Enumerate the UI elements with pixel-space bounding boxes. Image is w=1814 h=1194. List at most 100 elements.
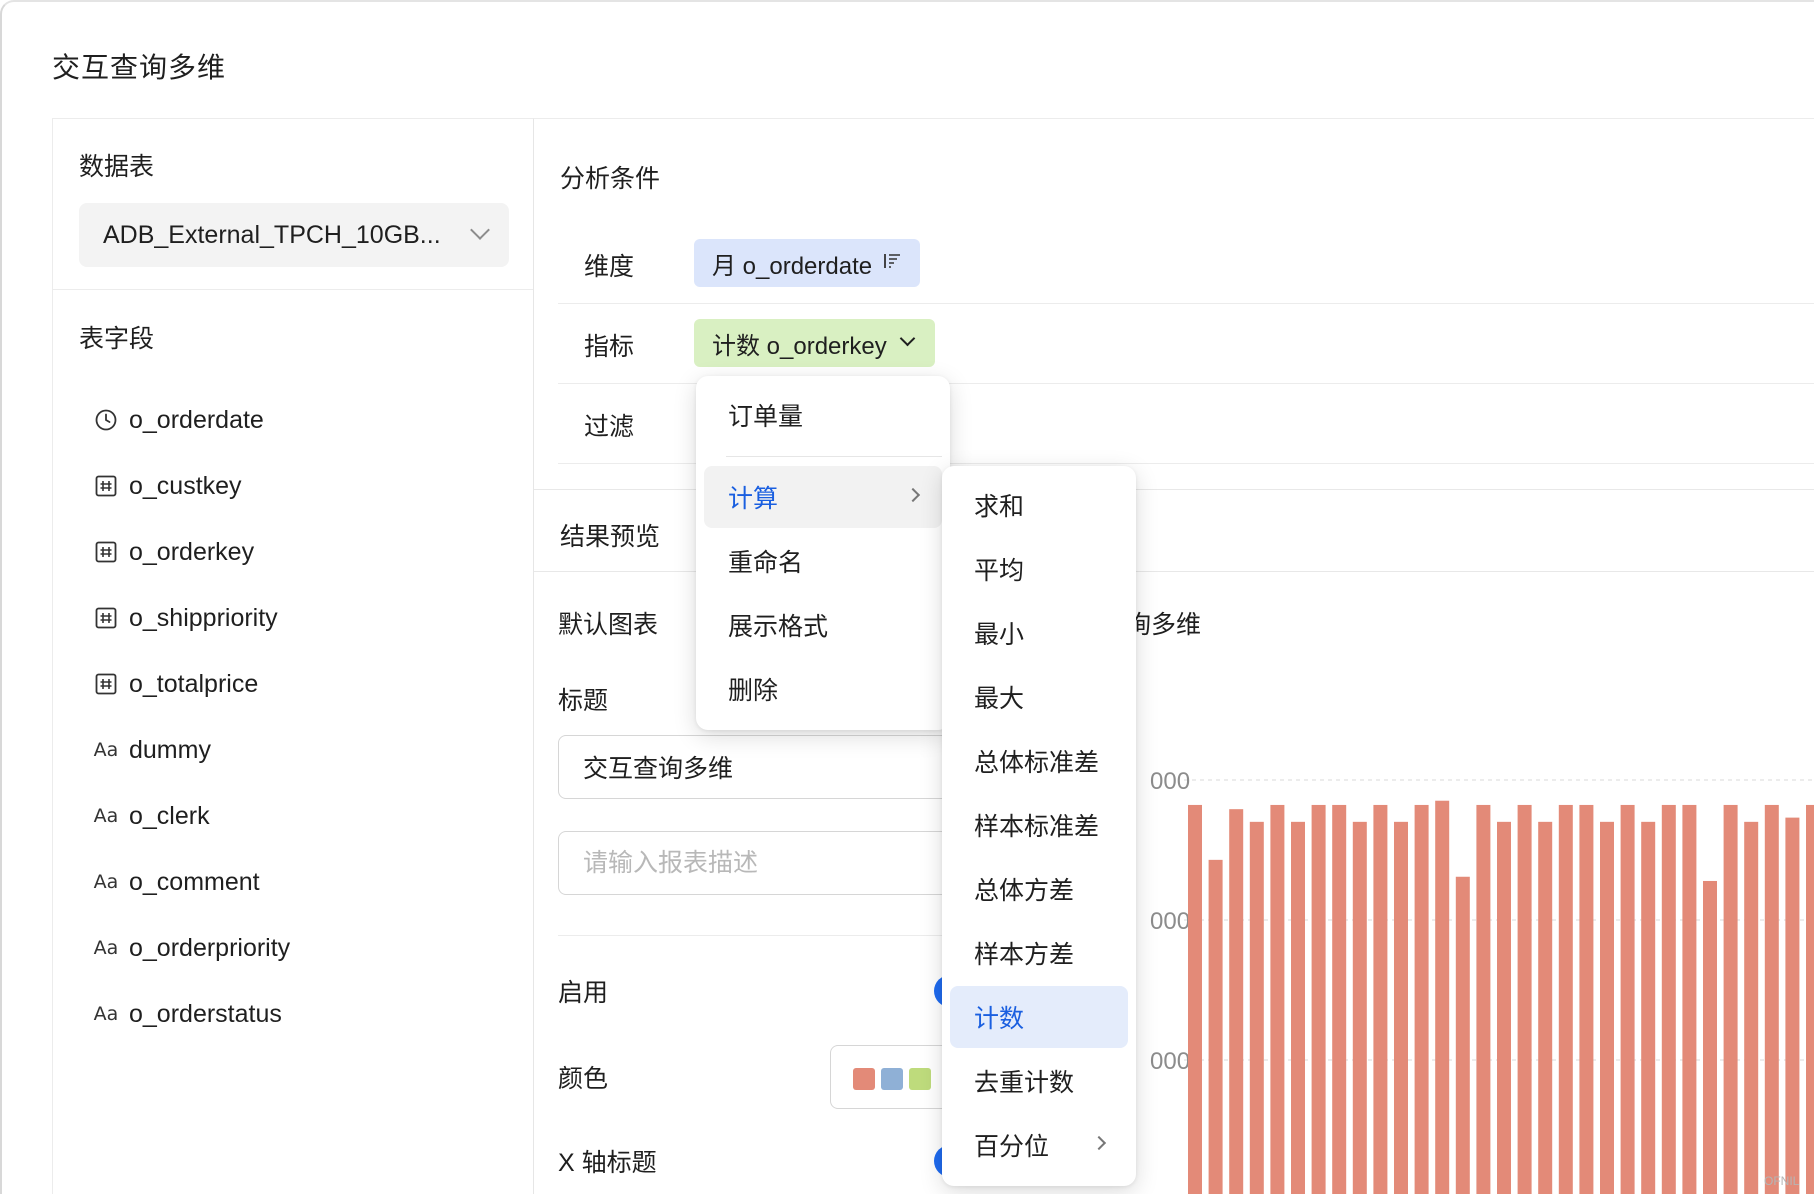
dimension-chip[interactable]: 月 o_orderdate <box>694 239 921 287</box>
table-heading: 数据表 <box>79 153 155 181</box>
bar[interactable] <box>1435 800 1450 1194</box>
submenu-item-distinct-count[interactable]: 去重计数 <box>950 1050 1128 1112</box>
field-item[interactable]: o_shippriority <box>93 585 290 651</box>
bar[interactable] <box>1476 804 1491 1194</box>
bar[interactable] <box>1682 804 1697 1194</box>
bar[interactable] <box>1703 880 1717 1194</box>
y-tick-label: 000 <box>1150 768 1190 795</box>
menu-item-display-format[interactable]: 展示格式 <box>704 594 942 656</box>
chevron-right-icon <box>1091 1135 1107 1151</box>
bar[interactable] <box>1785 817 1800 1194</box>
field-name: o_totalprice <box>129 669 259 698</box>
field-name: o_orderkey <box>129 537 255 566</box>
submenu-item-sample-stddev[interactable]: 样本标准差 <box>950 794 1128 856</box>
bar[interactable] <box>1414 804 1429 1194</box>
bar[interactable] <box>1497 821 1511 1194</box>
field-name: o_orderpriority <box>129 933 291 962</box>
field-item[interactable]: Aa o_orderstatus <box>93 981 290 1047</box>
bar[interactable] <box>1270 804 1285 1194</box>
submenu-item-count[interactable]: 计数 <box>950 986 1128 1048</box>
menu-item-rename[interactable]: 重命名 <box>704 530 942 592</box>
number-icon <box>93 473 119 499</box>
field-item[interactable]: o_totalprice <box>93 651 290 717</box>
bar[interactable] <box>1744 821 1759 1194</box>
bar[interactable] <box>1641 821 1656 1194</box>
clock-icon <box>93 407 119 433</box>
number-icon <box>93 605 119 631</box>
bar[interactable] <box>1249 821 1264 1194</box>
number-icon <box>93 539 119 565</box>
bar[interactable] <box>1208 859 1223 1194</box>
bar[interactable] <box>1558 804 1573 1194</box>
bar[interactable] <box>1311 804 1326 1194</box>
watermark: OFNIL <box>1764 1174 1800 1188</box>
submenu-item-max[interactable]: 最大 <box>950 666 1128 728</box>
chevron-down-icon <box>470 220 490 240</box>
bar[interactable] <box>1455 876 1470 1194</box>
bar[interactable] <box>1332 804 1347 1194</box>
divider <box>558 303 1814 304</box>
divider <box>53 289 533 290</box>
bar[interactable] <box>1600 821 1614 1194</box>
title-input-value: 交互查询多维 <box>583 755 734 783</box>
metric-context-menu: 订单量 计算 重命名 展示格式 删除 <box>696 376 950 730</box>
divider <box>558 935 978 936</box>
page-title: 交互查询多维 <box>52 52 227 83</box>
bar[interactable] <box>1806 804 1814 1194</box>
description-field[interactable] <box>583 848 977 878</box>
bar[interactable] <box>1188 804 1202 1194</box>
bar[interactable] <box>1723 804 1738 1194</box>
field-list: o_orderdate o_custkey o_orderkey o_shipp… <box>93 387 291 1047</box>
description-input[interactable] <box>558 831 978 895</box>
bar[interactable] <box>1620 804 1635 1194</box>
chevron-right-icon <box>905 487 921 503</box>
submenu-item-min[interactable]: 最小 <box>950 602 1128 664</box>
field-item[interactable]: Aa o_clerk <box>93 783 290 849</box>
bar[interactable] <box>1229 809 1244 1194</box>
bar[interactable] <box>1291 821 1305 1194</box>
title-input[interactable]: 交互查询多维 <box>558 735 978 799</box>
bar[interactable] <box>1352 821 1367 1194</box>
table-select-value: ADB_External_TPCH_10GB... <box>103 220 441 249</box>
y-tick-label: 000 <box>1150 1048 1190 1075</box>
default-chart-label: 默认图表 <box>558 611 659 639</box>
text-icon: Aa <box>93 805 119 827</box>
color-swatch <box>853 1068 875 1090</box>
field-name: o_clerk <box>129 801 210 830</box>
sort-ascending-icon[interactable] <box>882 252 902 275</box>
bar[interactable] <box>1517 804 1532 1194</box>
text-icon: Aa <box>93 1003 119 1025</box>
field-item[interactable]: o_orderkey <box>93 519 290 585</box>
analysis-heading: 分析条件 <box>560 165 661 193</box>
metric-chip[interactable]: 计数 o_orderkey <box>694 319 935 367</box>
bar[interactable] <box>1661 804 1676 1194</box>
bar[interactable] <box>1538 821 1553 1194</box>
table-select[interactable]: ADB_External_TPCH_10GB... <box>79 203 509 267</box>
bar[interactable] <box>1373 804 1388 1194</box>
submenu-item-percentile-label: 百分位 <box>974 1133 1050 1161</box>
submenu-item-population-stddev[interactable]: 总体标准差 <box>950 730 1128 792</box>
menu-item-calculate[interactable]: 计算 <box>704 466 942 528</box>
bar[interactable] <box>1764 804 1779 1194</box>
submenu-item-average[interactable]: 平均 <box>950 538 1128 600</box>
submenu-item-percentile[interactable]: 百分位 <box>950 1114 1128 1176</box>
submenu-item-sample-variance[interactable]: 样本方差 <box>950 922 1128 984</box>
enable-label: 启用 <box>558 979 609 1007</box>
field-item[interactable]: Aa o_orderpriority <box>93 915 291 981</box>
field-name: o_custkey <box>129 471 242 500</box>
field-name: o_orderstatus <box>129 999 282 1028</box>
bar[interactable] <box>1579 804 1594 1194</box>
field-item[interactable]: o_orderdate <box>93 387 290 453</box>
field-item[interactable]: Aa dummy <box>93 717 290 783</box>
chevron-down-icon <box>899 330 916 347</box>
menu-item-order-volume[interactable]: 订单量 <box>704 384 942 446</box>
submenu-item-population-variance[interactable]: 总体方差 <box>950 858 1128 920</box>
preview-heading: 结果预览 <box>560 523 661 551</box>
menu-item-delete[interactable]: 删除 <box>704 658 942 720</box>
field-item[interactable]: o_custkey <box>93 453 290 519</box>
bar[interactable] <box>1394 821 1408 1194</box>
submenu-item-sum[interactable]: 求和 <box>950 474 1128 536</box>
color-swatch <box>881 1068 903 1090</box>
field-item[interactable]: Aa o_comment <box>93 849 290 915</box>
menu-item-calculate-label: 计算 <box>728 485 779 513</box>
